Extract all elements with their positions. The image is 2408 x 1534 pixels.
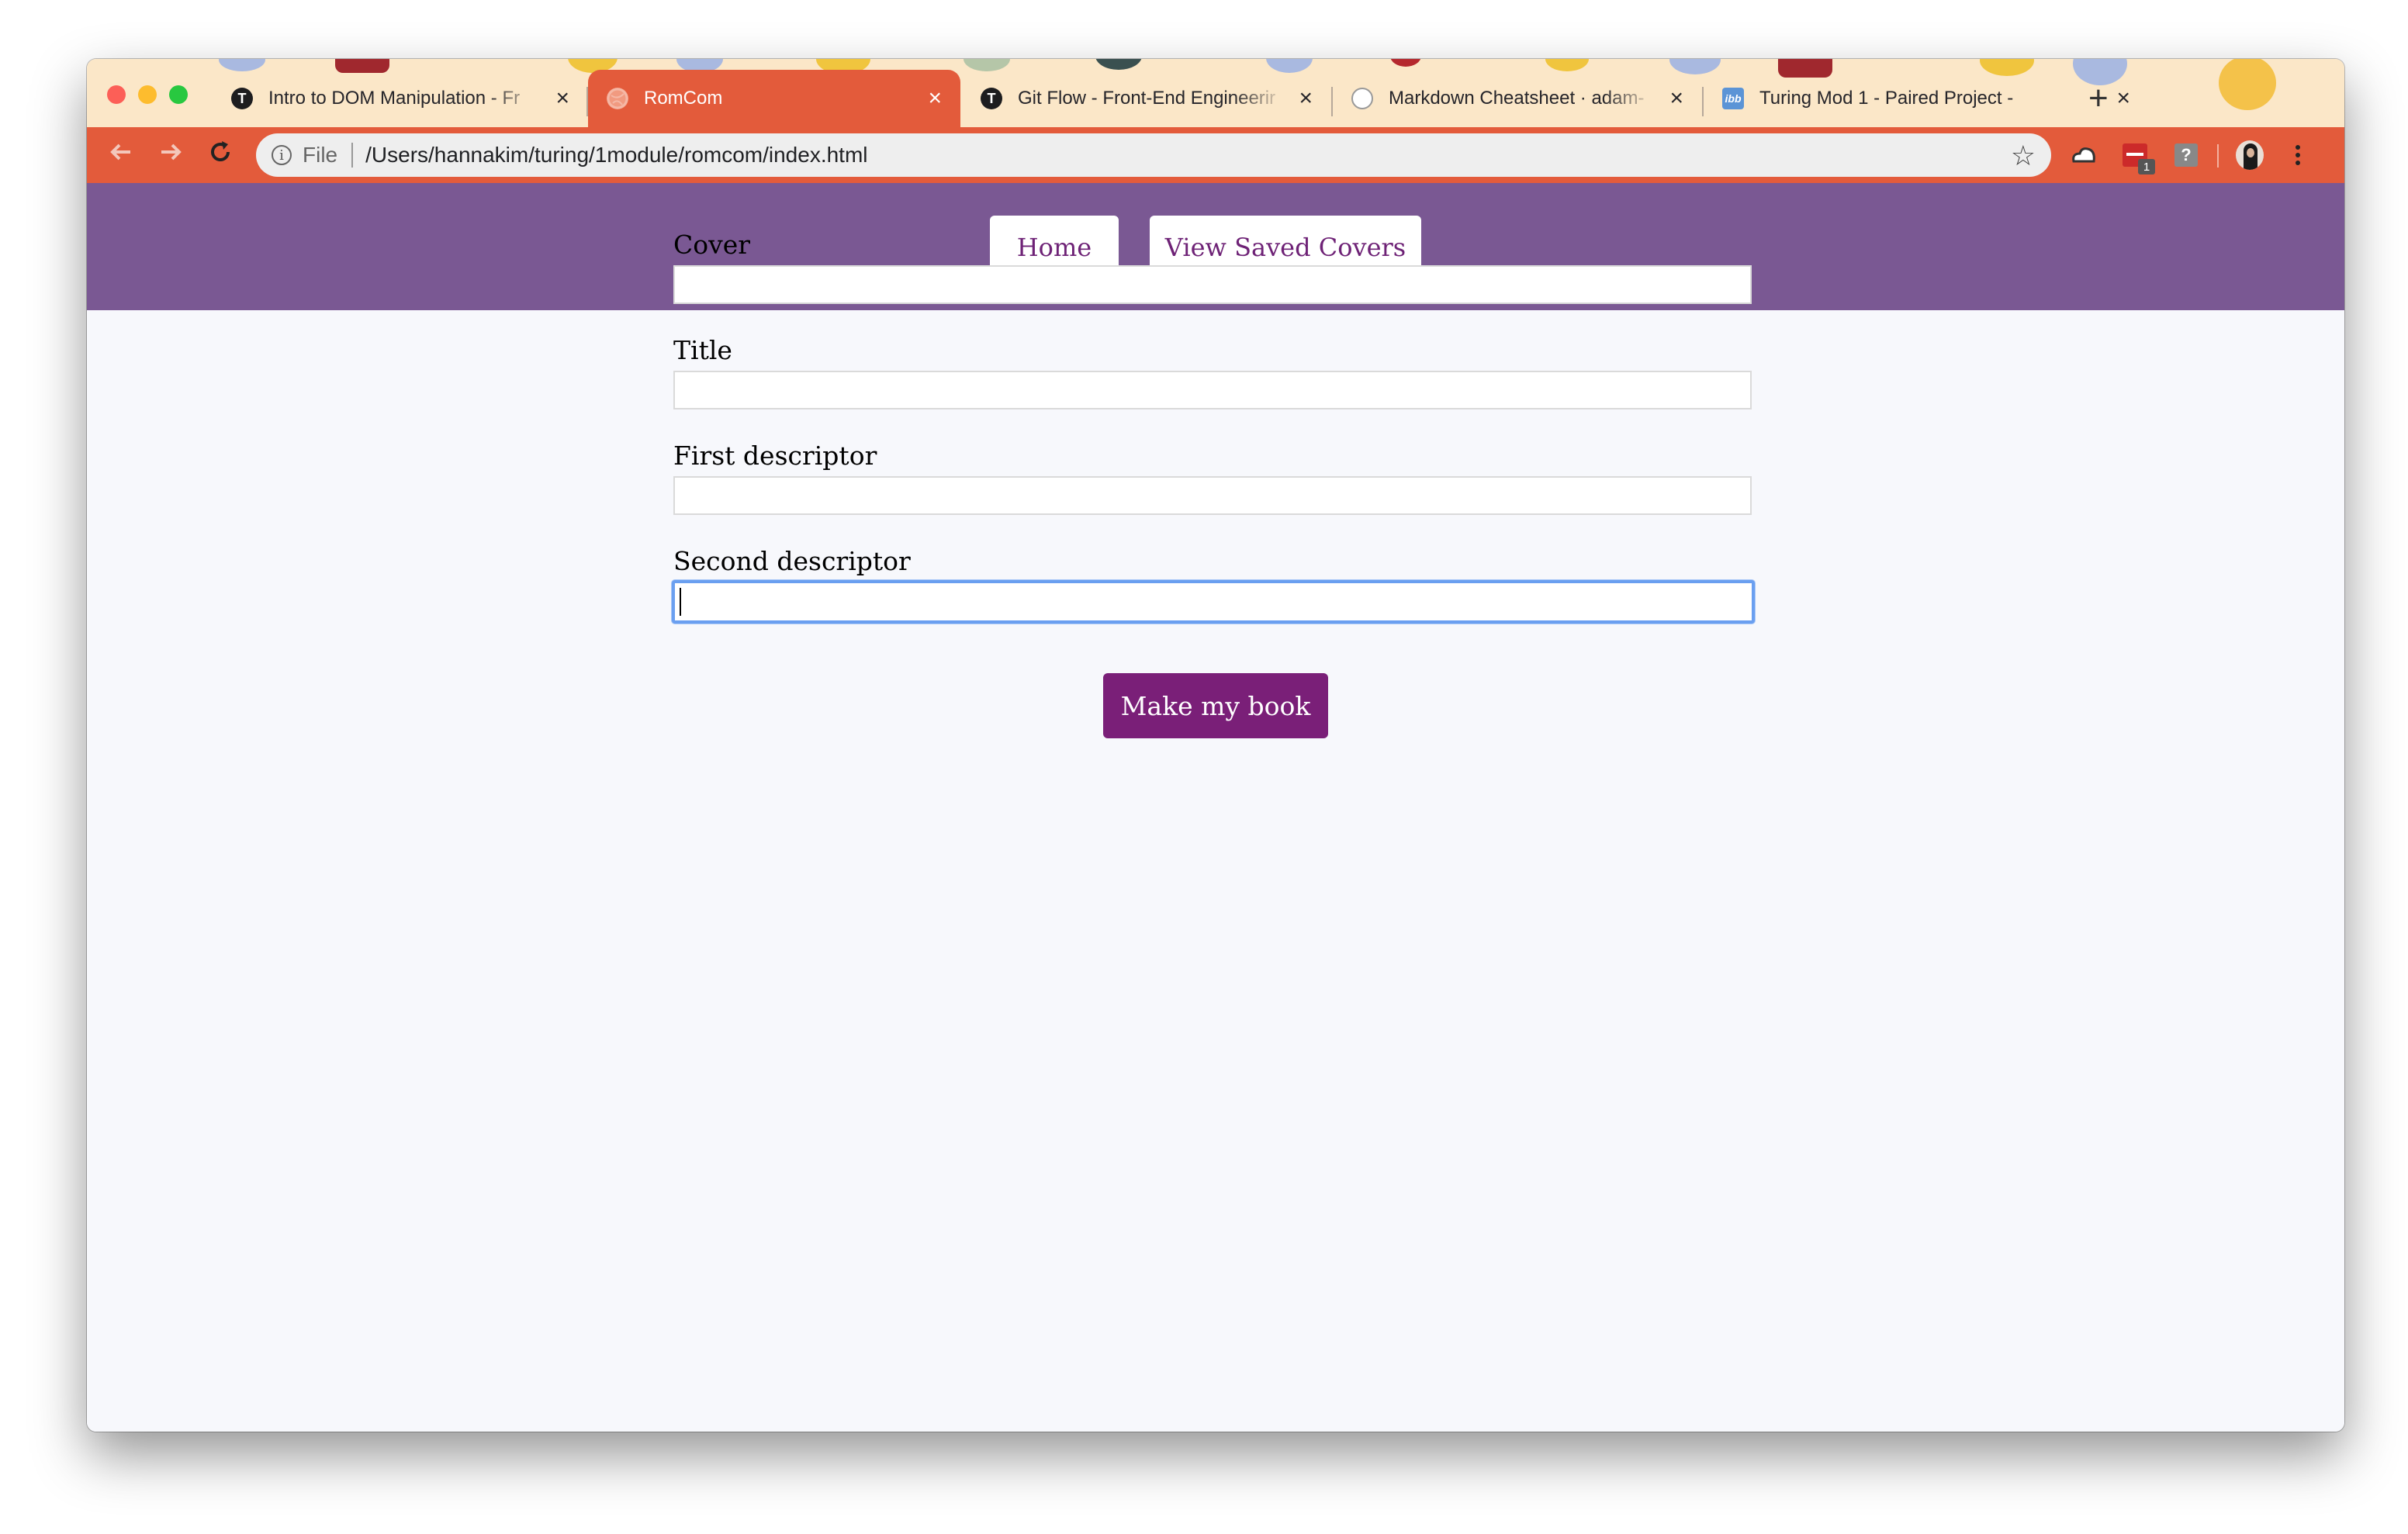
tab-title: Intro to DOM Manipulation - Fr [268, 88, 521, 109]
tab-turing-mod1[interactable]: ibb Turing Mod 1 - Paired Project - × [1704, 70, 2149, 127]
url-text[interactable]: /Users/hannakim/turing/1module/romcom/in… [365, 143, 867, 168]
reload-icon[interactable] [206, 138, 234, 174]
extension-badge: 1 [2138, 159, 2155, 174]
ibb-icon: ibb [1722, 88, 1744, 109]
avatar-icon [2236, 140, 2264, 170]
theme-decoration [1095, 59, 1142, 70]
browser-window: T Intro to DOM Manipulation - Fr × RomCo… [87, 59, 2344, 1432]
question-icon: ? [2174, 143, 2198, 167]
close-tab-icon[interactable]: × [555, 87, 569, 110]
turing-icon: T [231, 88, 253, 109]
second-descriptor-label: Second descriptor [673, 546, 911, 576]
info-icon[interactable]: i [272, 145, 292, 165]
close-tab-icon[interactable]: × [1299, 87, 1313, 110]
tab-strip: T Intro to DOM Manipulation - Fr × RomCo… [87, 59, 2344, 127]
toolbar-divider [2217, 144, 2219, 168]
github-icon [1351, 88, 1373, 109]
theme-decoration [1390, 59, 1421, 67]
back-arrow-icon[interactable] [107, 138, 135, 174]
web-page: Home View Saved Covers Cover Title First… [87, 183, 2344, 1432]
help-extension-icon[interactable]: ? [2172, 141, 2200, 169]
cover-input[interactable] [673, 265, 1752, 304]
scheme-label: File [303, 143, 338, 167]
close-tab-icon[interactable]: × [928, 87, 942, 110]
title-input[interactable] [673, 371, 1752, 409]
title-label: Title [673, 335, 732, 365]
close-tab-icon[interactable]: × [2116, 87, 2130, 110]
tab-markdown[interactable]: Markdown Cheatsheet · adam- × [1333, 70, 1702, 127]
tab-romcom[interactable]: RomCom × [588, 70, 960, 127]
calendar-dots [2126, 153, 2143, 156]
cover-label: Cover [673, 230, 751, 260]
forward-arrow-icon[interactable] [157, 138, 185, 174]
bookmark-star-icon[interactable]: ☆ [2011, 140, 2036, 172]
address-divider [351, 143, 354, 168]
new-tab-button[interactable]: + [2088, 79, 2109, 118]
cloud-extension-icon[interactable] [2070, 141, 2098, 169]
first-descriptor-label: First descriptor [673, 441, 877, 471]
close-window-button[interactable] [107, 85, 126, 104]
tab-git-flow[interactable]: T Git Flow - Front-End Engineerir × [962, 70, 1331, 127]
zoom-window-button[interactable] [169, 85, 188, 104]
address-bar[interactable]: i File /Users/hannakim/turing/1module/ro… [256, 133, 2051, 177]
text-caret [680, 588, 681, 616]
minimize-window-button[interactable] [138, 85, 157, 104]
tab-title: Markdown Cheatsheet · adam- [1389, 88, 1645, 109]
turing-icon: T [981, 88, 1002, 109]
calendar-icon: 1 [2123, 143, 2155, 174]
tab-intro-dom[interactable]: T Intro to DOM Manipulation - Fr × [213, 70, 588, 127]
profile-avatar[interactable] [2236, 140, 2264, 170]
calendar-extension-icon[interactable]: 1 [2121, 141, 2155, 174]
tab-title: RomCom [644, 88, 723, 109]
make-my-book-button[interactable]: Make my book [1103, 673, 1328, 738]
first-descriptor-input[interactable] [673, 476, 1752, 515]
tab-title: Git Flow - Front-End Engineerir [1018, 88, 1276, 109]
browser-menu-icon[interactable] [2284, 141, 2312, 169]
theme-decoration [2219, 59, 2276, 110]
globe-icon [607, 88, 628, 109]
second-descriptor-input[interactable] [672, 580, 1755, 624]
browser-toolbar: i File /Users/hannakim/turing/1module/ro… [87, 127, 2344, 183]
tab-title: Turing Mod 1 - Paired Project - [1759, 88, 2014, 109]
close-tab-icon[interactable]: × [1669, 87, 1683, 110]
